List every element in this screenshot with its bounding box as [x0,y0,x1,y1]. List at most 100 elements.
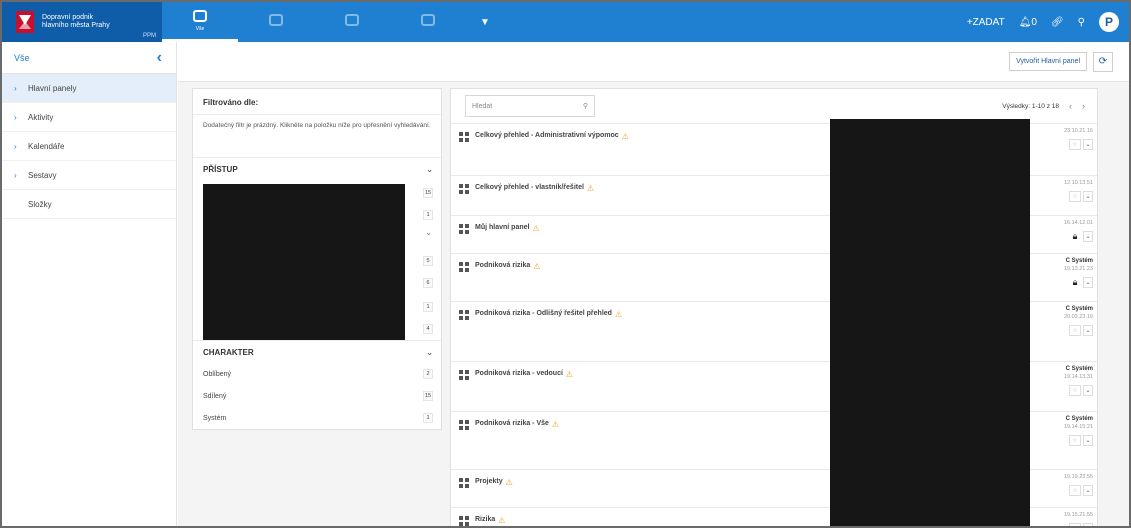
modified-date: 19.19.23.55 [1063,474,1093,480]
prev-page-icon[interactable]: ‹ [1069,101,1072,111]
modified-date: 23.10.21.16 [1063,128,1093,134]
nav-tab-2[interactable] [238,2,314,42]
favorite-star-icon[interactable]: ☆ [1069,523,1081,526]
lock-icon: 🔒︎ [1072,277,1078,287]
facet-access: PŘÍSTUP ⌄ 15 1 ⌄ 5 6 1 4 [193,157,441,340]
row-meta: C Systém 19.14.13.31 ☆ ⌄ [1063,365,1093,396]
modified-date: 19.13.21.23 [1063,266,1093,272]
favorite-star-icon[interactable]: ☆ [1069,139,1081,150]
owner-label: C Systém [1065,306,1093,312]
next-page-icon[interactable]: › [1082,101,1085,111]
row-menu-chevron-icon[interactable]: ⌄ [1083,191,1093,202]
modified-date: 19.15.21.55 [1063,512,1093,518]
modified-date: 20.03.23.19 [1063,314,1093,320]
dashboard-icon [459,310,469,320]
chevron-right-icon: › [14,83,17,93]
search-input[interactable]: Hledat ⚲ [465,95,595,117]
dashboard-name[interactable]: Podniková rizika - vedoucí [475,370,563,377]
favorite-star-icon[interactable]: ☆ [1069,325,1081,336]
facet-access-header[interactable]: PŘÍSTUP ⌄ [193,158,441,180]
filter-description: Dodatečný filtr je prázdný. Klikněte na … [203,122,431,129]
brand-name: Dopravní podnik hlavního města Prahy [42,14,110,29]
create-dashboard-button[interactable]: Vytvořit Hlavní panel [1009,52,1087,71]
toolbar: Vytvořit Hlavní panel ⟳ [178,42,1129,82]
sidebar-item-folders[interactable]: Složky [2,190,176,219]
facet-count: 15 [423,188,433,198]
facet-option-shared[interactable]: Sdílený 15 [193,385,441,407]
nav-icon [421,14,435,26]
nav-tab-4[interactable] [390,2,466,42]
lock-icon: 🔒︎ [1072,231,1078,241]
row-meta: 19.15.21.55 ☆⌄ [1063,511,1093,526]
pager: Výsledky: 1-10 z 18 ‹ › [1002,101,1085,111]
warning-icon: ⚠ [498,516,506,525]
row-meta: 16.14.12.01 🔒︎ ⌄ [1063,219,1093,242]
brand[interactable]: Dopravní podnik hlavního města Prahy PPM [2,2,162,42]
row-meta: C Systém 20.03.23.19 ☆ ⌄ [1063,305,1093,336]
warning-icon: ⚠ [614,310,623,319]
favorite-star-icon[interactable]: ☆ [1069,191,1081,202]
row-menu-chevron-icon[interactable]: ⌄ [1083,523,1093,526]
row-controls: ☆⌄ [1063,139,1093,150]
facet-character-header[interactable]: CHARAKTER ⌄ [193,341,441,363]
collapse-sidebar-icon[interactable]: ‹ [157,49,162,67]
facet-count: 4 [423,324,433,334]
row-menu-chevron-icon[interactable]: ⌄ [1083,231,1093,242]
notifications-button[interactable]: 🔔︎0 [1019,17,1037,28]
nav-tab-all[interactable]: Vše [162,2,238,42]
row-controls: 🔒︎ ⌄ [1063,277,1093,288]
redacted-area [203,184,405,340]
create-button[interactable]: +ZADAT [967,17,1005,28]
sidebar-item-dashboards[interactable]: › Hlavní panely [2,74,176,103]
link-icon[interactable]: 🔗︎ [1051,17,1064,28]
search-icon[interactable]: ⚲ [583,102,588,110]
facet-count: 6 [423,278,433,288]
dashboard-name[interactable]: Můj hlavní panel [475,224,529,231]
search-icon[interactable]: ⚲ [1078,17,1085,28]
dashboard-name[interactable]: Podniková rizika [475,262,530,269]
favorite-star-icon[interactable]: ☆ [1069,435,1081,446]
sidebar-title: Vše [14,52,30,63]
row-controls: ☆⌄ [1063,191,1093,202]
dashboard-name[interactable]: Celkový přehled - vlastník/řešitel [475,184,584,191]
facet-option-favorite[interactable]: Oblíbený 2 [193,363,441,385]
row-menu-chevron-icon[interactable]: ⌄ [1083,435,1093,446]
favorite-star-icon[interactable]: ☆ [1069,385,1081,396]
row-menu-chevron-icon[interactable]: ⌄ [1083,277,1093,288]
row-menu-chevron-icon[interactable]: ⌄ [1083,385,1093,396]
facet-character: CHARAKTER ⌄ Oblíbený 2 Sdílený 15 Systém… [193,340,441,429]
modified-date: 19.14.15.21 [1063,424,1093,430]
refresh-icon[interactable]: ⟳ [1093,51,1113,72]
sidebar-item-calendars[interactable]: › Kalendáře [2,132,176,161]
avatar[interactable]: P [1099,12,1119,32]
dashboard-name[interactable]: Projekty [475,478,503,485]
sidebar-item-reports[interactable]: › Sestavy [2,161,176,190]
dashboard-icon [459,516,469,526]
row-meta: 19.19.23.55 ☆ ⌄ [1063,473,1093,496]
row-menu-chevron-icon[interactable]: ⌄ [1083,139,1093,150]
topbar-actions: +ZADAT 🔔︎0 🔗︎ ⚲ P [967,12,1129,32]
row-controls: ☆⌄ [1063,485,1093,496]
filter-title: Filtrováno dle: [193,89,441,115]
row-controls: ☆⌄ [1063,523,1093,526]
dashboard-name[interactable]: Podniková rizika - Vše [475,420,549,427]
sidebar-item-activities[interactable]: › Aktivity [2,103,176,132]
dashboard-icon [459,370,469,380]
facet-count: 5 [423,256,433,266]
nav-icon [345,14,359,26]
modified-date: 16.14.12.01 [1063,220,1093,226]
filter-panel: Filtrováno dle: Dodatečný filtr je prázd… [192,88,442,430]
dashboard-icon [459,132,469,142]
nav-tab-3[interactable] [314,2,390,42]
dashboard-name[interactable]: Rizika [475,516,495,523]
row-menu-chevron-icon[interactable]: ⌄ [1083,325,1093,336]
nav-more-caret-icon[interactable]: ▼ [480,17,490,28]
dashboard-name[interactable]: Celkový přehled - Administrativní výpomo… [475,132,619,139]
row-controls: ☆⌄ [1063,385,1093,396]
chevron-down-icon[interactable]: ⌄ [425,228,432,237]
row-menu-chevron-icon[interactable]: ⌄ [1083,485,1093,496]
facet-option-system[interactable]: Systém 1 [193,407,441,429]
dashboard-name[interactable]: Podniková rizika - Odlišný řešitel přehl… [475,310,612,317]
modified-date: 19.14.13.31 [1063,374,1093,380]
favorite-star-icon[interactable]: ☆ [1069,485,1081,496]
